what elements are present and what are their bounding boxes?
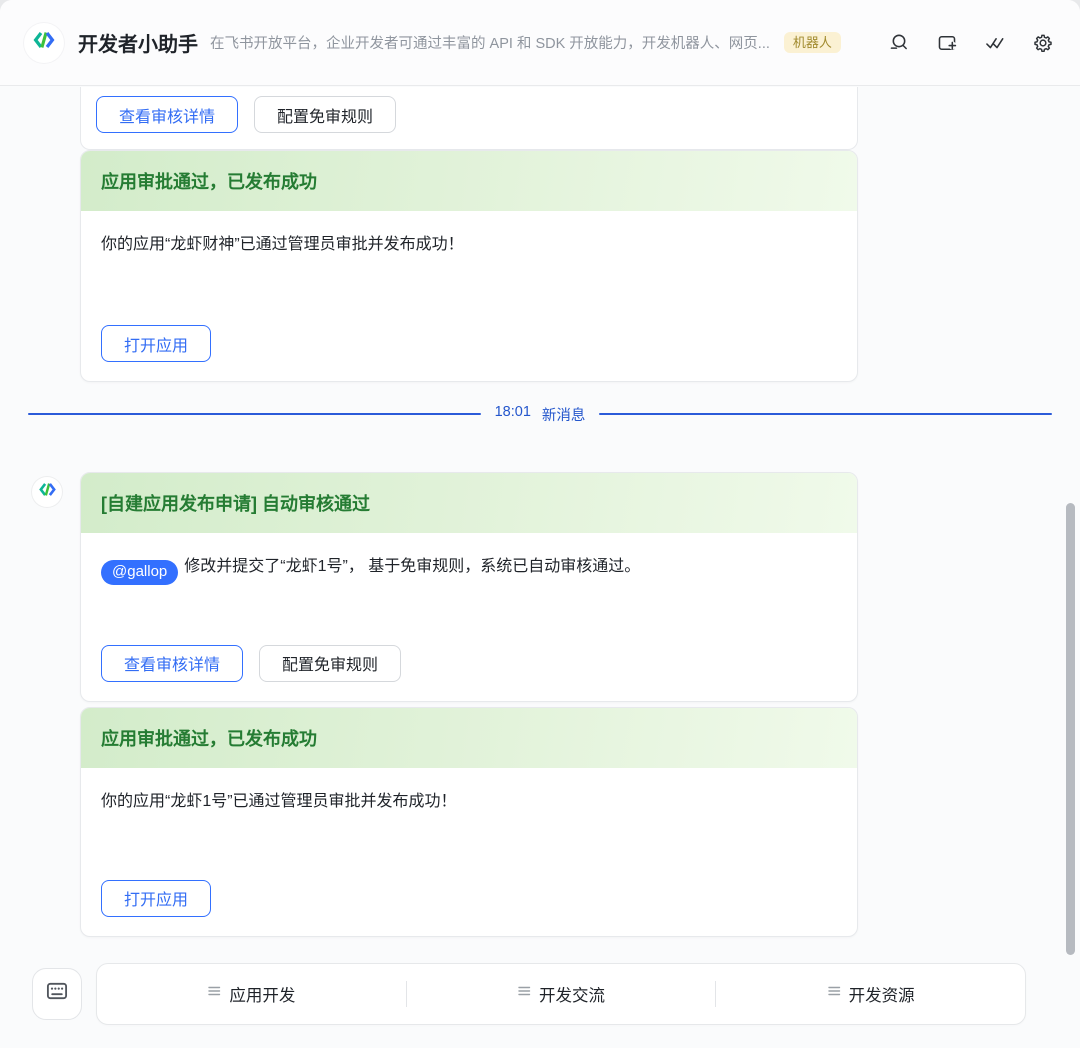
menu-item-dev-resources[interactable]: 开发资源 bbox=[716, 964, 1025, 1024]
divider-time: 18:01 bbox=[494, 403, 531, 420]
menu-item-label: 开发交流 bbox=[539, 986, 605, 1005]
code-brackets-icon bbox=[38, 480, 57, 504]
card-text-line: @gallop 修改并提交了“龙虾1号”， 基于免审规则，系统已自动审核通过。 bbox=[101, 555, 837, 585]
keyboard-toggle-button[interactable] bbox=[32, 967, 82, 1020]
card-text: 你的应用“龙虾1号”已通过管理员审批并发布成功！ bbox=[101, 792, 457, 810]
open-app-button[interactable]: 打开应用 bbox=[101, 325, 212, 362]
card-title: [自建应用发布申请] 自动审核通过 bbox=[81, 473, 857, 533]
card-body: 你的应用“龙虾1号”已通过管理员审批并发布成功！ 打开应用 bbox=[81, 768, 857, 936]
card-text: 修改并提交了“龙虾1号”， 基于免审规则，系统已自动审核通过。 bbox=[184, 558, 641, 575]
menu-lines-icon bbox=[827, 984, 841, 1003]
open-app-button[interactable]: 打开应用 bbox=[101, 879, 212, 917]
code-brackets-icon bbox=[32, 28, 56, 57]
card-title: 应用审批通过，已发布成功 bbox=[81, 151, 857, 211]
new-message-divider: 18:01 新消息 bbox=[28, 403, 1053, 424]
bot-menu-bar: 应用开发 开发交流 开发资源 bbox=[96, 962, 1026, 1025]
message-row: [自建应用发布申请] 自动审核通过 @gallop 修改并提交了“龙虾1号”， 基… bbox=[0, 472, 1080, 937]
bot-avatar bbox=[24, 22, 64, 63]
menu-lines-icon bbox=[207, 984, 221, 1003]
input-toolbar: 应用开发 开发交流 开发资源 bbox=[0, 962, 1080, 1025]
message-card-approved-2: 应用审批通过，已发布成功 你的应用“龙虾1号”已通过管理员审批并发布成功！ 打开… bbox=[80, 706, 858, 937]
configure-exempt-rules-button[interactable]: 配置免审规则 bbox=[254, 96, 397, 133]
add-window-icon[interactable] bbox=[936, 32, 958, 54]
card-title: 应用审批通过，已发布成功 bbox=[81, 707, 857, 768]
gear-icon[interactable] bbox=[1032, 32, 1054, 54]
double-check-icon[interactable] bbox=[984, 32, 1006, 54]
message-card-approved-1: 应用审批通过，已发布成功 你的应用“龙虾财神”已通过管理员审批并发布成功！ 打开… bbox=[80, 150, 858, 382]
scrollbar-thumb[interactable] bbox=[1066, 503, 1075, 955]
header-actions bbox=[888, 32, 1054, 54]
card-body: @gallop 修改并提交了“龙虾1号”， 基于免审规则，系统已自动审核通过。 查… bbox=[81, 533, 857, 701]
card-body: 你的应用“龙虾财神”已通过管理员审批并发布成功！ 打开应用 bbox=[81, 211, 857, 381]
menu-lines-icon bbox=[517, 984, 531, 1003]
menu-item-label: 应用开发 bbox=[229, 986, 296, 1005]
mention-chip[interactable]: @gallop bbox=[101, 559, 179, 585]
card-text: 你的应用“龙虾财神”已通过管理员审批并发布成功！ bbox=[101, 236, 464, 253]
view-review-details-button[interactable]: 查看审核详情 bbox=[96, 96, 239, 133]
chat-title: 开发者小助手 bbox=[78, 34, 198, 56]
search-icon[interactable] bbox=[888, 32, 910, 54]
menu-item-app-development[interactable]: 应用开发 bbox=[97, 964, 406, 1024]
chat-window: 开发者小助手 在飞书开放平台，企业开发者可通过丰富的 API 和 SDK 开放能… bbox=[0, 0, 1080, 1048]
message-card-partial: 查看审核详情 配置免审规则 bbox=[80, 87, 858, 150]
message-card-request: [自建应用发布申请] 自动审核通过 @gallop 修改并提交了“龙虾1号”， 基… bbox=[80, 472, 858, 702]
keyboard-icon bbox=[44, 978, 70, 1009]
menu-item-dev-exchange[interactable]: 开发交流 bbox=[407, 964, 716, 1024]
chat-description: 在飞书开放平台，企业开发者可通过丰富的 API 和 SDK 开放能力，开发机器人… bbox=[210, 36, 770, 52]
divider-label: 新消息 bbox=[541, 407, 586, 424]
message-list: 查看审核详情 配置免审规则 应用审批通过，已发布成功 你的应用“龙虾财神”已通过… bbox=[0, 86, 1080, 1025]
menu-item-label: 开发资源 bbox=[848, 986, 915, 1005]
configure-exempt-rules-button[interactable]: 配置免审规则 bbox=[259, 644, 402, 682]
divider-line-left bbox=[28, 413, 481, 415]
chat-header: 开发者小助手 在飞书开放平台，企业开发者可通过丰富的 API 和 SDK 开放能… bbox=[0, 0, 1080, 86]
bot-badge: 机器人 bbox=[783, 32, 841, 53]
bot-message-avatar[interactable] bbox=[32, 477, 62, 507]
view-review-details-button[interactable]: 查看审核详情 bbox=[101, 644, 244, 682]
divider-line-right bbox=[599, 413, 1053, 415]
